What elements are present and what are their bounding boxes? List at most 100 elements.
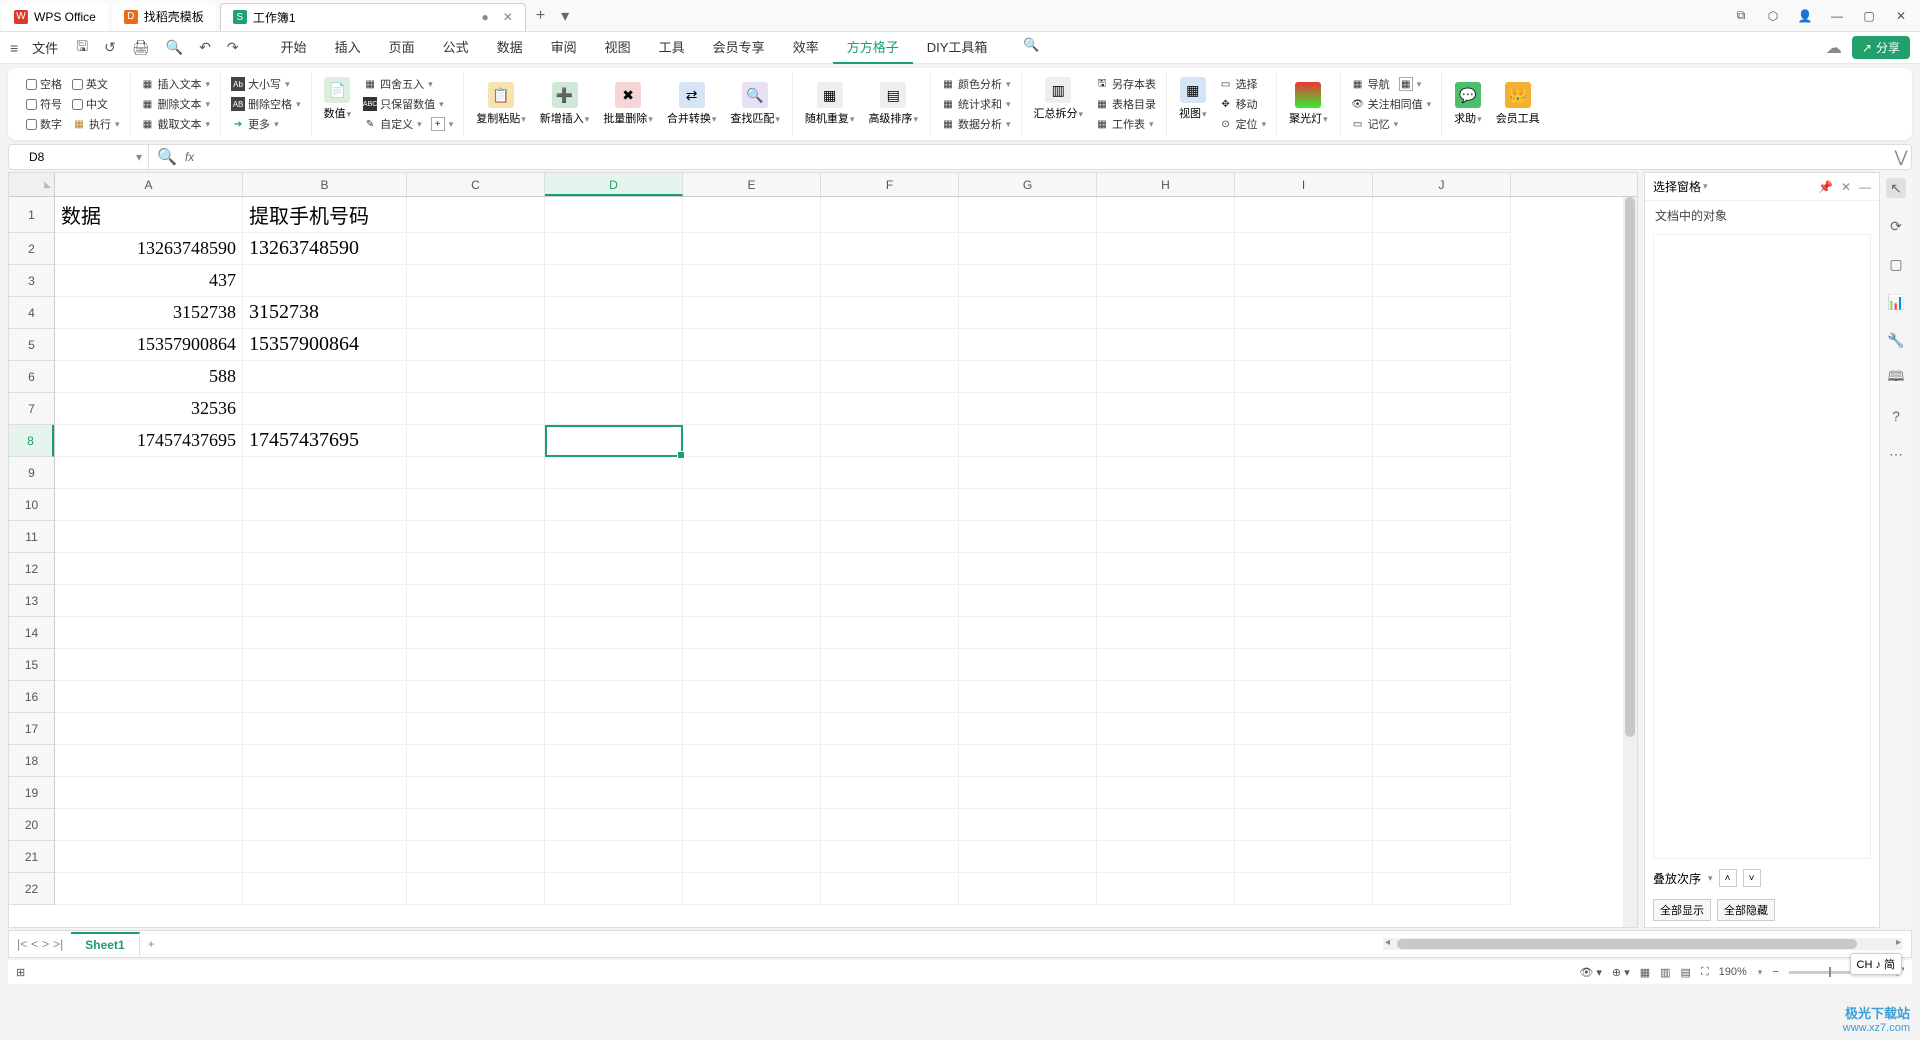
cell-E17[interactable] (683, 713, 821, 745)
cell-G10[interactable] (959, 489, 1097, 521)
cell-F3[interactable] (821, 265, 959, 297)
cell-J11[interactable] (1373, 521, 1511, 553)
sheet-last-icon[interactable]: >| (53, 937, 63, 951)
formula-input[interactable] (202, 150, 1891, 164)
cell-E14[interactable] (683, 617, 821, 649)
cell-G16[interactable] (959, 681, 1097, 713)
cell-A12[interactable] (55, 553, 243, 585)
cell-E9[interactable] (683, 457, 821, 489)
save-icon[interactable]: 🖫 (72, 36, 92, 60)
cell-I13[interactable] (1235, 585, 1373, 617)
execute-dropdown[interactable]: ▦执行▾ (70, 115, 122, 133)
cell-B9[interactable] (243, 457, 407, 489)
cell-A1[interactable]: 数据 (55, 197, 243, 233)
cell-H18[interactable] (1097, 745, 1235, 777)
cell-C7[interactable] (407, 393, 545, 425)
row-header-7[interactable]: 7 (9, 393, 54, 425)
cell-B4[interactable]: 3152738 (243, 297, 407, 329)
cell-C22[interactable] (407, 873, 545, 905)
cell-G20[interactable] (959, 809, 1097, 841)
cell-E12[interactable] (683, 553, 821, 585)
cell-J16[interactable] (1373, 681, 1511, 713)
cell-G5[interactable] (959, 329, 1097, 361)
worksheet-button[interactable]: ▦工作表▾ (1093, 115, 1158, 133)
cb-number[interactable]: 数字 (24, 115, 64, 133)
split-button[interactable]: ▥汇总拆分▾ (1030, 75, 1088, 133)
keep-num-button[interactable]: ABC只保留数值▾ (361, 95, 455, 113)
row-header-12[interactable]: 12 (9, 553, 54, 585)
cell-J14[interactable] (1373, 617, 1511, 649)
cell-A20[interactable] (55, 809, 243, 841)
cell-B3[interactable] (243, 265, 407, 297)
sheet-next-icon[interactable]: > (42, 937, 49, 951)
cell-A14[interactable] (55, 617, 243, 649)
batch-del-button[interactable]: ✖批量删除▾ (599, 80, 657, 128)
col-header-C[interactable]: C (407, 173, 545, 196)
cell-G14[interactable] (959, 617, 1097, 649)
cell-A10[interactable] (55, 489, 243, 521)
redo-icon[interactable]: ↷ (223, 39, 243, 56)
col-header-E[interactable]: E (683, 173, 821, 196)
eye-icon[interactable]: 👁 ▾ (1579, 966, 1602, 979)
cell-E4[interactable] (683, 297, 821, 329)
cell-D16[interactable] (545, 681, 683, 713)
formula-expand-icon[interactable]: ⋁ (1891, 147, 1911, 167)
tab-data[interactable]: 数据 (483, 31, 537, 64)
cell-B20[interactable] (243, 809, 407, 841)
cell-D21[interactable] (545, 841, 683, 873)
tab-formula[interactable]: 公式 (429, 31, 483, 64)
row-header-5[interactable]: 5 (9, 329, 54, 361)
move-up-button[interactable]: ˄ (1719, 869, 1737, 887)
cell-F15[interactable] (821, 649, 959, 681)
view-page-icon[interactable]: ▥ (1660, 966, 1670, 979)
cell-I3[interactable] (1235, 265, 1373, 297)
cell-D5[interactable] (545, 329, 683, 361)
cell-G17[interactable] (959, 713, 1097, 745)
row-header-21[interactable]: 21 (9, 841, 54, 873)
cell-I15[interactable] (1235, 649, 1373, 681)
cell-G13[interactable] (959, 585, 1097, 617)
spreadsheet[interactable]: ◣ A B C D E F G H I J 123456789101112131… (8, 172, 1638, 928)
cell-A15[interactable] (55, 649, 243, 681)
copy-paste-button[interactable]: 📋复制粘贴▾ (472, 80, 530, 128)
cell-F4[interactable] (821, 297, 959, 329)
cell-B13[interactable] (243, 585, 407, 617)
move-down-button[interactable]: ˅ (1743, 869, 1761, 887)
cell-A5[interactable]: 15357900864 (55, 329, 243, 361)
cell-E21[interactable] (683, 841, 821, 873)
cell-C4[interactable] (407, 297, 545, 329)
delete-text-button[interactable]: ▦删除文本▾ (139, 95, 213, 113)
cell-D18[interactable] (545, 745, 683, 777)
cell-H11[interactable] (1097, 521, 1235, 553)
tab-tools[interactable]: 工具 (645, 31, 699, 64)
cell-F20[interactable] (821, 809, 959, 841)
cell-J13[interactable] (1373, 585, 1511, 617)
cell-E3[interactable] (683, 265, 821, 297)
cell-I21[interactable] (1235, 841, 1373, 873)
cloud-icon[interactable]: ☁ (1826, 38, 1842, 58)
tab-efficiency[interactable]: 效率 (779, 31, 833, 64)
cell-G2[interactable] (959, 233, 1097, 265)
cell-C6[interactable] (407, 361, 545, 393)
cell-F12[interactable] (821, 553, 959, 585)
cell-B21[interactable] (243, 841, 407, 873)
cell-C21[interactable] (407, 841, 545, 873)
cell-J18[interactable] (1373, 745, 1511, 777)
cell-H22[interactable] (1097, 873, 1235, 905)
ime-indicator[interactable]: CH ♪ 简 (1850, 953, 1903, 975)
cell-C9[interactable] (407, 457, 545, 489)
insert-text-button[interactable]: ▦插入文本▾ (139, 75, 213, 93)
cell-I10[interactable] (1235, 489, 1373, 521)
col-header-J[interactable]: J (1373, 173, 1511, 196)
find-match-button[interactable]: 🔍查找匹配▾ (726, 80, 784, 128)
tab-member[interactable]: 会员专享 (699, 31, 779, 64)
cell-F14[interactable] (821, 617, 959, 649)
row-header-8[interactable]: 8 (9, 425, 54, 457)
cell-H7[interactable] (1097, 393, 1235, 425)
search-icon[interactable]: 🔍 (1009, 31, 1053, 64)
cell-E20[interactable] (683, 809, 821, 841)
tab-menu-button[interactable]: ▾ (553, 6, 577, 26)
cell-C1[interactable] (407, 197, 545, 233)
cell-C17[interactable] (407, 713, 545, 745)
cell-J8[interactable] (1373, 425, 1511, 457)
